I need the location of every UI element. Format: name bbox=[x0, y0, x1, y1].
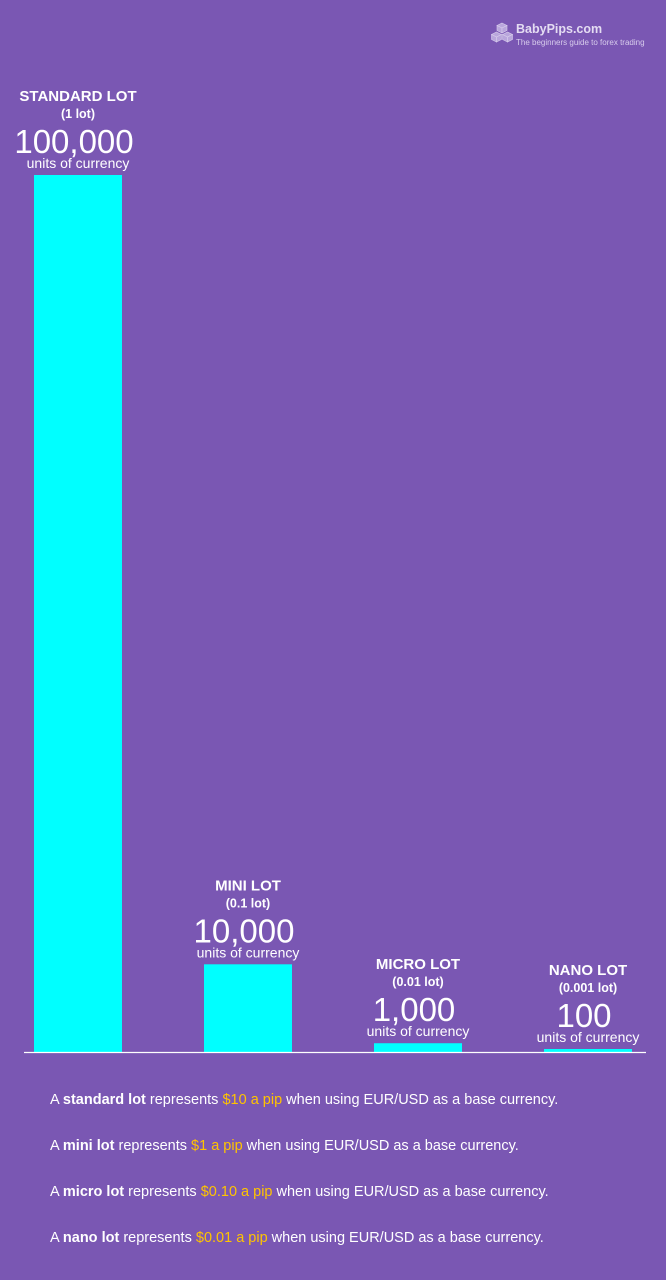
note-prefix: A bbox=[50, 1138, 63, 1154]
unit-label-1: units of currency bbox=[27, 155, 130, 171]
unit-label-4: units of currency bbox=[537, 1029, 640, 1045]
note-lot-name: standard lot bbox=[62, 1092, 146, 1108]
note-suffix: when using EUR/USD as a base currency. bbox=[267, 1230, 544, 1246]
note-lot-name: mini lot bbox=[62, 1138, 115, 1154]
pip-note-4: A nano lot represents $0.01 a pip when u… bbox=[50, 1228, 650, 1274]
lot-size-bar-chart: STANDARD LOT(1 lot)100,000units of curre… bbox=[14, 88, 646, 1054]
note-prefix: A bbox=[50, 1092, 63, 1108]
pip-note-1: A standard lot represents $10 a pip when… bbox=[50, 1090, 650, 1136]
note-prefix: A bbox=[50, 1230, 63, 1246]
note-suffix: when using EUR/USD as a base currency. bbox=[272, 1184, 549, 1200]
lot-title-3: MICRO LOT bbox=[376, 956, 460, 973]
pip-note-2: A mini lot represents $1 a pip when usin… bbox=[50, 1136, 650, 1182]
lot-sublabel-1: (1 lot) bbox=[61, 107, 95, 121]
note-mid: represents bbox=[124, 1184, 201, 1200]
pip-value-notes: A standard lot represents $10 a pip when… bbox=[50, 1090, 650, 1274]
pip-note-3: A micro lot represents $0.10 a pip when … bbox=[50, 1182, 650, 1228]
note-mid: represents bbox=[119, 1230, 196, 1246]
lot-sublabel-2: (0.1 lot) bbox=[226, 896, 270, 910]
note-lot-name: micro lot bbox=[62, 1184, 125, 1200]
lot-sublabel-3: (0.01 lot) bbox=[392, 975, 443, 989]
note-suffix: when using EUR/USD as a base currency. bbox=[242, 1138, 519, 1154]
note-prefix: A bbox=[50, 1184, 63, 1200]
lot-title-1: STANDARD LOT bbox=[19, 88, 136, 105]
note-mid: represents bbox=[145, 1092, 223, 1108]
note-pip-value: $0.10 a pip bbox=[200, 1184, 273, 1200]
note-suffix: when using EUR/USD as a base currency. bbox=[282, 1092, 559, 1108]
note-mid: represents bbox=[114, 1138, 192, 1154]
bar-2 bbox=[204, 964, 292, 1052]
lot-sublabel-4: (0.001 lot) bbox=[559, 981, 617, 995]
note-lot-name: nano lot bbox=[62, 1230, 120, 1246]
unit-label-3: units of currency bbox=[367, 1023, 470, 1039]
note-pip-value: $10 a pip bbox=[222, 1092, 283, 1108]
unit-label-2: units of currency bbox=[197, 944, 300, 960]
note-pip-value: $0.01 a pip bbox=[195, 1230, 268, 1246]
lot-title-4: NANO LOT bbox=[549, 962, 627, 979]
lot-title-2: MINI LOT bbox=[215, 877, 281, 894]
note-pip-value: $1 a pip bbox=[191, 1138, 243, 1154]
bar-4 bbox=[544, 1049, 632, 1052]
bar-3 bbox=[374, 1043, 462, 1052]
bar-1 bbox=[34, 175, 122, 1052]
